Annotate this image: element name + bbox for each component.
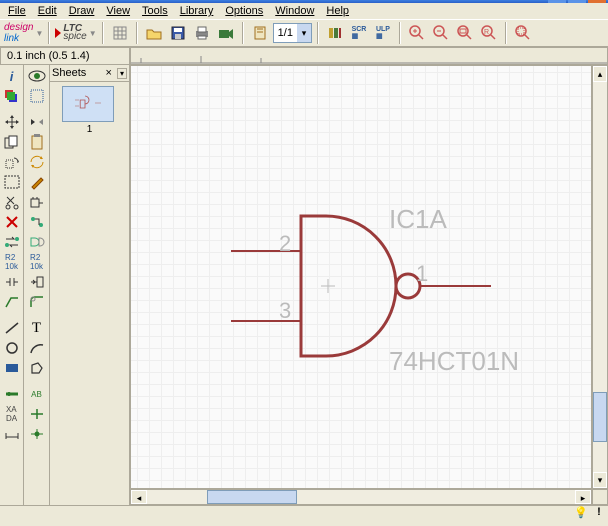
- menu-view[interactable]: View: [106, 5, 130, 17]
- menu-window[interactable]: Window: [275, 5, 314, 17]
- menu-file[interactable]: File: [8, 5, 26, 17]
- delete-icon[interactable]: [2, 213, 22, 231]
- bus-icon[interactable]: [2, 385, 22, 403]
- toolbox-left-col1: i R210k XADA: [0, 65, 24, 505]
- scroll-left-icon[interactable]: ◂: [131, 490, 147, 504]
- pin-label-2: 2: [279, 231, 291, 257]
- scroll-up-icon[interactable]: ▴: [593, 66, 607, 82]
- net-icon[interactable]: [27, 405, 47, 423]
- designlink-logo[interactable]: designlink: [4, 22, 33, 44]
- sheets-dropdown-icon[interactable]: ▾: [117, 68, 127, 79]
- label-icon[interactable]: AB: [27, 385, 47, 403]
- split-icon[interactable]: [2, 273, 22, 291]
- change-icon[interactable]: [27, 153, 47, 171]
- replace-icon[interactable]: R210k: [2, 253, 22, 271]
- window-close-icon[interactable]: [588, 0, 606, 3]
- component-value: 74HCT01N: [389, 346, 519, 377]
- text-icon[interactable]: T: [27, 319, 47, 337]
- open-icon[interactable]: [143, 22, 165, 44]
- scroll-down-icon[interactable]: ▾: [593, 472, 607, 488]
- sheets-title: Sheets: [52, 67, 86, 79]
- menu-tools[interactable]: Tools: [142, 5, 168, 17]
- window-maximize-icon[interactable]: [568, 0, 586, 3]
- layers-icon[interactable]: [2, 87, 22, 105]
- copy-icon[interactable]: [2, 133, 22, 151]
- status-bar: 💡 !: [0, 505, 608, 524]
- pin-label-3: 3: [279, 298, 291, 324]
- svg-text:R: R: [484, 29, 489, 36]
- sheets-close-icon[interactable]: ×: [103, 67, 115, 79]
- scrollbar-vertical[interactable]: ▴ ▾: [592, 65, 608, 489]
- library-icon[interactable]: [324, 22, 346, 44]
- mirror-icon[interactable]: [27, 113, 47, 131]
- polygon-icon[interactable]: [27, 359, 47, 377]
- pinswap-icon[interactable]: [27, 213, 47, 231]
- menu-edit[interactable]: Edit: [38, 5, 57, 17]
- dimension-icon[interactable]: [2, 425, 22, 443]
- zoom-in-icon[interactable]: [406, 22, 428, 44]
- attribute-icon[interactable]: XADA: [2, 405, 22, 423]
- ruler-top-row: 0.1 inch (0.5 1.4): [0, 47, 608, 65]
- line-icon[interactable]: [2, 319, 22, 337]
- gateswap-icon[interactable]: [27, 233, 47, 251]
- status-alert-icon[interactable]: !: [590, 506, 608, 524]
- group-select-icon[interactable]: [2, 173, 22, 191]
- ltspice-logo[interactable]: LTCspice: [55, 25, 86, 41]
- toolbox-left-col2: R210k T AB: [24, 65, 50, 505]
- zoom-select-icon[interactable]: [512, 22, 534, 44]
- cut-icon[interactable]: [2, 193, 22, 211]
- coord-readout: 0.1 inch (0.5 1.4): [0, 47, 130, 65]
- ruler-horizontal: [130, 47, 608, 65]
- ulp-icon[interactable]: ULP▦: [372, 22, 394, 44]
- mark-icon[interactable]: [27, 87, 47, 105]
- menubar: File Edit Draw View Tools Library Option…: [0, 3, 608, 19]
- component-ref: IC1A: [389, 204, 447, 235]
- arc-icon[interactable]: [27, 339, 47, 357]
- menu-options[interactable]: Options: [225, 5, 263, 17]
- canvas-area: 2 3 1 IC1A 74HCT01N ▴ ▾ ◂ ▸: [130, 65, 608, 505]
- cam-icon[interactable]: [215, 22, 237, 44]
- rect-icon[interactable]: [2, 359, 22, 377]
- toolbar: designlink ▼ LTCspice ▼ 1/1▾ SCR▦ ULP▦ R: [0, 19, 608, 47]
- paste-icon[interactable]: [27, 133, 47, 151]
- miter-icon[interactable]: [27, 293, 47, 311]
- swap-icon[interactable]: [2, 233, 22, 251]
- window-minimize-icon[interactable]: [548, 0, 566, 3]
- menu-help[interactable]: Help: [326, 5, 349, 17]
- move-icon[interactable]: [2, 113, 22, 131]
- script-icon[interactable]: SCR▦: [348, 22, 370, 44]
- page-selector[interactable]: 1/1▾: [273, 23, 312, 43]
- scroll-thumb-v[interactable]: [593, 392, 607, 442]
- sheet-thumbnail-1[interactable]: 1: [62, 86, 118, 135]
- zoom-fit-icon[interactable]: [454, 22, 476, 44]
- invoke-icon[interactable]: [27, 273, 47, 291]
- scroll-right-icon[interactable]: ▸: [575, 490, 591, 504]
- menu-library[interactable]: Library: [180, 5, 214, 17]
- circle-icon[interactable]: [2, 339, 22, 357]
- value-icon[interactable]: R210k: [27, 253, 47, 271]
- print-icon[interactable]: [191, 22, 213, 44]
- info-icon[interactable]: i: [2, 67, 22, 85]
- sheets-panel: Sheets × ▾ 1: [50, 65, 130, 505]
- wire-icon[interactable]: [2, 293, 22, 311]
- schematic-canvas[interactable]: 2 3 1 IC1A 74HCT01N: [130, 65, 592, 489]
- zoom-out-icon[interactable]: [430, 22, 452, 44]
- grid-icon[interactable]: [109, 22, 131, 44]
- pin-label-1: 1: [416, 261, 428, 287]
- board-icon[interactable]: [249, 22, 271, 44]
- junction-icon[interactable]: [27, 425, 47, 443]
- paintbrush-icon[interactable]: [27, 173, 47, 191]
- zoom-redraw-icon[interactable]: R: [478, 22, 500, 44]
- main-area: i R210k XADA R210k T: [0, 65, 608, 505]
- rotate-icon[interactable]: [2, 153, 22, 171]
- scrollbar-horizontal[interactable]: ◂ ▸: [130, 489, 592, 505]
- show-icon[interactable]: [27, 67, 47, 85]
- scroll-thumb-h[interactable]: [207, 490, 297, 504]
- status-bulb-icon[interactable]: 💡: [572, 506, 590, 524]
- menu-draw[interactable]: Draw: [69, 5, 95, 17]
- add-icon[interactable]: [27, 193, 47, 211]
- save-icon[interactable]: [167, 22, 189, 44]
- sheet-thumbnail-label: 1: [62, 124, 118, 135]
